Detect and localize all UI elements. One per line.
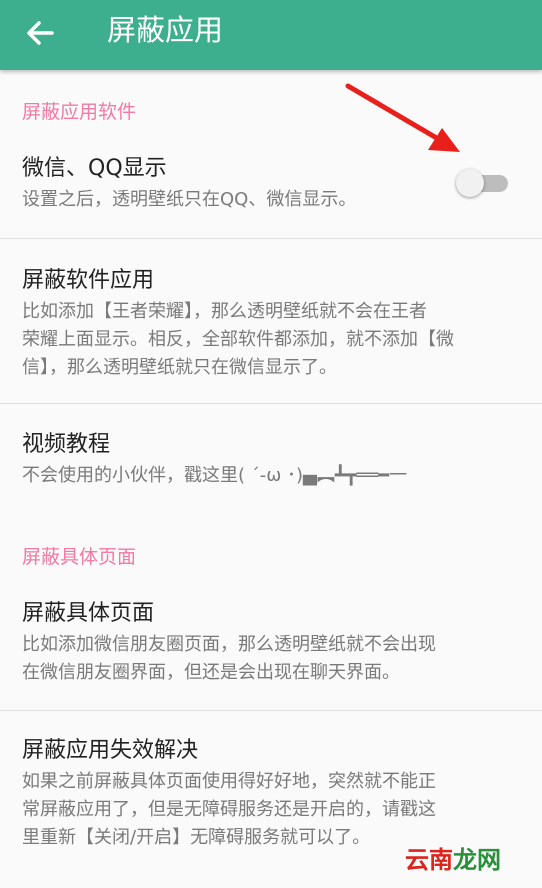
watermark-part2: 龙网 — [453, 846, 501, 874]
section-header-pages: 屏蔽具体页面 — [22, 546, 137, 568]
item-subtitle-line: 信】，那么透明壁纸就只在微信显示了。 — [22, 357, 337, 378]
page-title: 屏蔽应用 — [107, 13, 224, 47]
section-header-apps: 屏蔽应用软件 — [22, 101, 137, 123]
red-arrow-annotation — [345, 83, 460, 152]
item-subtitle-line: 比如添加【王者荣耀】，那么透明壁纸就不会在王者 — [22, 301, 427, 322]
watermark: 云南龙网 — [405, 845, 501, 875]
item-subtitle-line: 在微信朋友圈界面，但还是会出现在聊天界面。 — [22, 662, 400, 683]
item-subtitle-line: 常屏蔽应用了，但是无障碍服务还是开启的，请戳这 — [22, 799, 436, 820]
item-title: 微信、QQ显示 — [22, 156, 167, 181]
setting-item-block-pages[interactable]: 屏蔽具体页面 比如添加微信朋友圈页面，那么透明壁纸就不会出现 在微信朋友圈界面，… — [0, 585, 542, 710]
arrow-left-icon[interactable] — [24, 17, 56, 49]
watermark-part1: 云南 — [405, 846, 453, 874]
item-title: 屏蔽软件应用 — [22, 268, 155, 293]
item-subtitle: 设置之后，透明壁纸只在QQ、微信显示。 — [22, 189, 357, 210]
item-subtitle-line: 荣耀上面显示。相反，全部软件都添加，就不添加【微 — [22, 329, 454, 350]
item-title: 屏蔽应用失效解决 — [22, 738, 199, 763]
item-title: 视频教程 — [22, 432, 111, 457]
item-subtitle: 不会使用的小伙伴，戳这里( ´-ω ･)▄︻┻┳══━一 — [22, 465, 408, 486]
setting-item-block-apps[interactable]: 屏蔽软件应用 比如添加【王者荣耀】，那么透明壁纸就不会在王者 荣耀上面显示。相反… — [0, 239, 542, 403]
app-bar: 屏蔽应用 — [0, 0, 542, 70]
toggle-thumb — [456, 169, 484, 197]
item-title: 屏蔽具体页面 — [22, 601, 155, 626]
item-subtitle-line: 比如添加微信朋友圈页面，那么透明壁纸就不会出现 — [22, 634, 436, 655]
wechat-qq-toggle[interactable] — [456, 167, 510, 197]
item-subtitle-line: 如果之前屏蔽具体页面使用得好好地，突然就不能正 — [22, 771, 436, 792]
setting-item-video-tutorial[interactable]: 视频教程 不会使用的小伙伴，戳这里( ´-ω ･)▄︻┻┳══━一 — [0, 404, 542, 512]
